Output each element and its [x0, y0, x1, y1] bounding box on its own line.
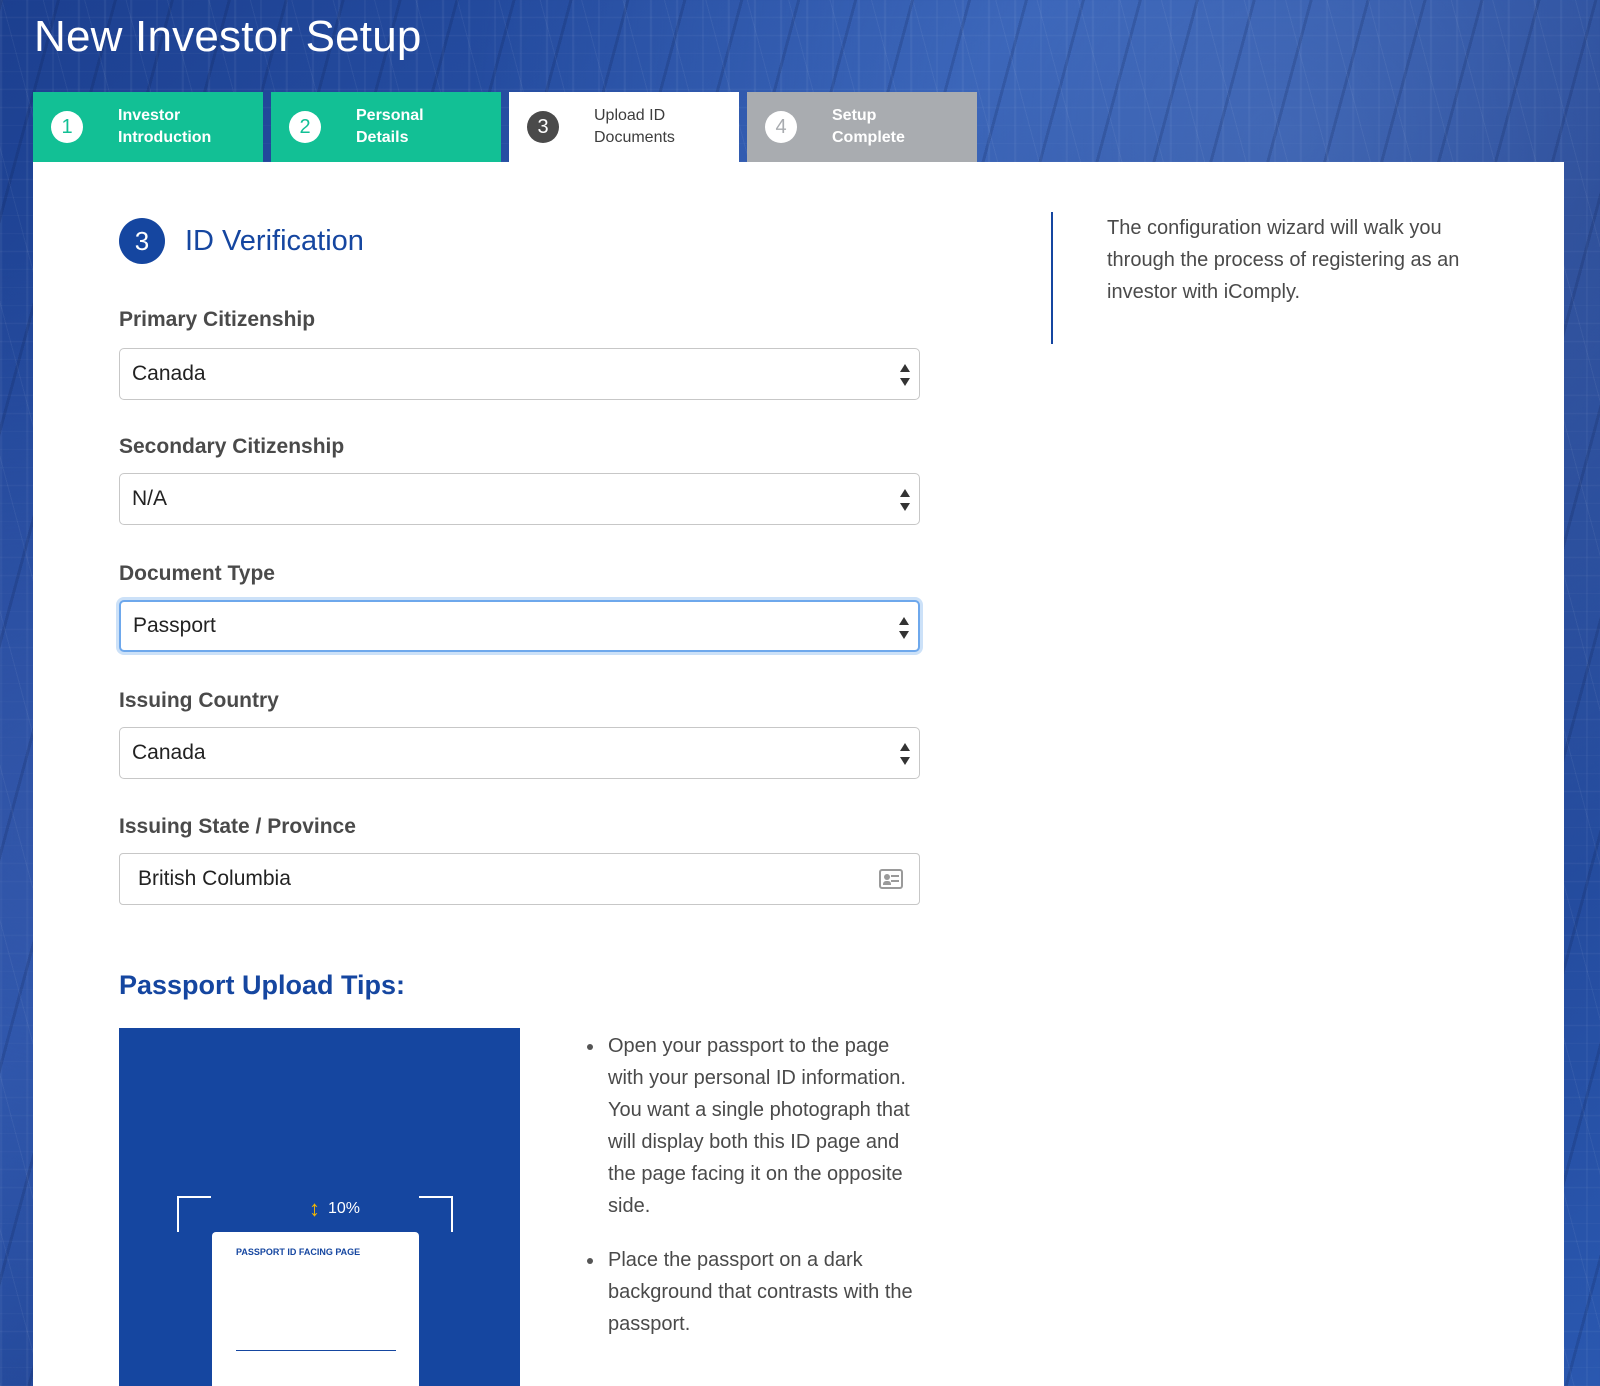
- updown-caret-icon: [899, 362, 911, 388]
- updown-caret-icon: [898, 615, 910, 641]
- contact-card-icon[interactable]: [879, 869, 903, 889]
- step-label: Personal Details: [356, 105, 424, 149]
- issuing-country-value: Canada: [132, 741, 206, 764]
- sidebar-divider: [1051, 212, 1053, 344]
- issuing-state-label: Issuing State / Province: [119, 815, 356, 838]
- tips-list: Open your passport to the page with your…: [583, 1030, 923, 1362]
- tip-item: Place the passport on a dark background …: [583, 1244, 923, 1340]
- issuing-country-label: Issuing Country: [119, 689, 279, 712]
- step-label: Setup Complete: [832, 105, 905, 149]
- step-setup-complete[interactable]: 4 Setup Complete: [747, 92, 977, 162]
- step-label-line2: Complete: [832, 129, 905, 146]
- contact-card-icon-body: [883, 881, 891, 885]
- passport-page-graphic: PASSPORT ID FACING PAGE: [212, 1232, 419, 1386]
- step-label-line1: Upload ID: [594, 107, 666, 124]
- wizard-intro-text: The configuration wizard will walk you t…: [1107, 217, 1460, 303]
- secondary-citizenship-label: Secondary Citizenship: [119, 435, 345, 458]
- margin-label: 10%: [328, 1200, 361, 1217]
- issuing-state-input[interactable]: British Columbia: [119, 853, 920, 905]
- margin-indicator: ↕ 10%: [309, 1198, 360, 1220]
- section-title: ID Verification: [185, 224, 364, 257]
- step-label-line2: Introduction: [118, 129, 212, 146]
- frame-corner-top-right: [419, 1196, 453, 1232]
- step-label-line2: Documents: [594, 129, 675, 146]
- updown-caret-icon: [899, 741, 911, 767]
- contact-card-icon-line: [891, 880, 899, 882]
- updown-caret-icon: [899, 487, 911, 513]
- step-number: 3: [527, 111, 559, 143]
- document-type-select[interactable]: Passport: [119, 600, 920, 652]
- step-personal-details[interactable]: 2 Personal Details: [271, 92, 501, 162]
- form-card: 3 ID Verification Primary Citizenship Ca…: [33, 162, 1564, 1386]
- step-investor-introduction[interactable]: 1 Investor Introduction: [33, 92, 263, 162]
- primary-citizenship-label: Primary Citizenship: [119, 308, 316, 331]
- tip-item: Open your passport to the page with your…: [583, 1030, 923, 1222]
- step-label: Investor Introduction: [118, 105, 211, 149]
- issuing-state-value: British Columbia: [138, 867, 291, 890]
- secondary-citizenship-value: N/A: [132, 487, 168, 510]
- tips-title: Passport Upload Tips:: [119, 970, 406, 1000]
- step-number: 4: [765, 111, 797, 143]
- step-label-line2: Details: [356, 129, 409, 146]
- step-label-line1: Investor: [118, 107, 181, 124]
- step-label-line1: Personal: [356, 107, 424, 124]
- issuing-country-select[interactable]: Canada: [119, 727, 920, 779]
- primary-citizenship-select[interactable]: Canada: [119, 348, 920, 400]
- page-title: New Investor Setup: [34, 12, 422, 61]
- section-number-badge: 3: [119, 218, 165, 264]
- step-upload-id-documents[interactable]: 3 Upload ID Documents: [509, 92, 739, 162]
- passport-page-line: [236, 1350, 396, 1351]
- primary-citizenship-value: Canada: [132, 362, 206, 385]
- passport-tips-illustration: ↕ 10% PASSPORT ID FACING PAGE: [119, 1028, 520, 1386]
- secondary-citizenship-select[interactable]: N/A: [119, 473, 920, 525]
- contact-card-icon-head: [884, 874, 890, 880]
- step-number: 1: [51, 111, 83, 143]
- frame-corner-top-left: [177, 1196, 211, 1232]
- document-type-label: Document Type: [119, 562, 275, 585]
- contact-card-icon-line: [891, 875, 899, 877]
- step-label-line1: Setup: [832, 107, 877, 124]
- vertical-arrows-icon: ↕: [309, 1196, 320, 1221]
- step-label: Upload ID Documents: [594, 105, 675, 149]
- document-type-value: Passport: [133, 614, 216, 637]
- step-number: 2: [289, 111, 321, 143]
- passport-page-label: PASSPORT ID FACING PAGE: [236, 1247, 361, 1257]
- section-header: 3 ID Verification: [119, 218, 364, 264]
